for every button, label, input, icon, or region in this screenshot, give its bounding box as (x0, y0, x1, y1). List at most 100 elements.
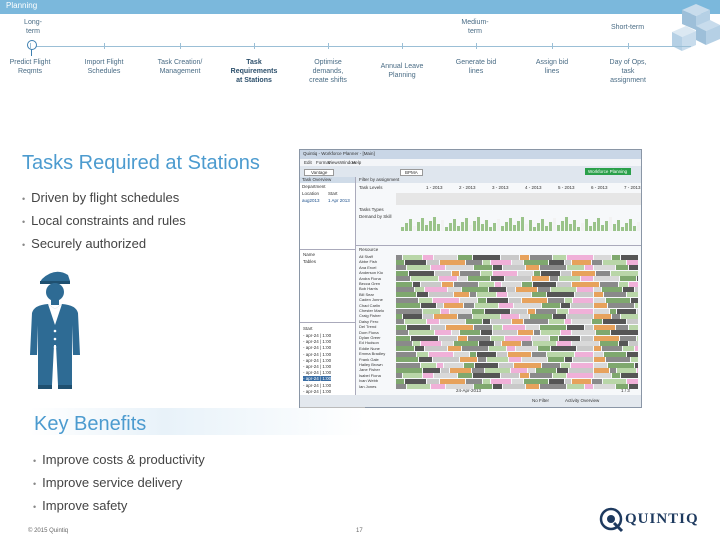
roster-shift-bar (532, 276, 549, 282)
roster-shift-bar (551, 286, 576, 292)
roster-shift-bar (594, 357, 605, 363)
roster-shift-bar (623, 346, 634, 352)
screenshot-menu-item: Edit (304, 160, 312, 165)
demand-bar (625, 223, 628, 231)
roster-shift-bar (429, 292, 453, 298)
roster-shift-bar (470, 351, 476, 357)
roster-shift-bar (396, 319, 404, 325)
roster-shift-bar (464, 303, 474, 309)
roster-shift-bar (592, 319, 602, 325)
timeline-step-label: Import Flight Schedules (84, 59, 124, 75)
demand-bar (569, 224, 572, 231)
roster-shift-bar (481, 330, 492, 336)
roster-shift-bar (475, 362, 498, 368)
roster-shift-bar (512, 319, 523, 325)
roster-shift-bar (540, 384, 566, 390)
timeline-tick (328, 43, 329, 49)
roster-shift-bar (460, 270, 480, 276)
timeline-date: 3 - 2013 (492, 185, 509, 190)
roster-shift-bar (548, 297, 564, 303)
left-panel-title: Task Overview (302, 177, 332, 182)
roster-shift-bar (396, 362, 420, 368)
roster-shift-bar (550, 335, 558, 341)
roster-shift-bar (440, 378, 465, 384)
roster-shift-bar (526, 384, 539, 390)
roster-shift-bar (495, 281, 501, 287)
roster-shift-bar (581, 335, 593, 341)
person-illustration (30, 271, 80, 389)
roster-shift-bar (538, 286, 550, 292)
roster-shift-bar (491, 378, 511, 384)
roster-shift-bar (627, 351, 638, 357)
roster-shift-bar (489, 346, 506, 352)
roster-shift-bar (567, 313, 593, 319)
roster-shift-bar (396, 351, 416, 357)
roster-shift-bar (419, 297, 432, 303)
roster-shift-bar (553, 313, 566, 319)
demand-bar (613, 224, 616, 231)
roster-shift-bar (572, 378, 591, 384)
roster-shift-bar (458, 335, 467, 341)
demand-bar (581, 223, 584, 231)
roster-shift-bar (474, 324, 492, 330)
demand-bar (601, 225, 604, 231)
roster-shift-bar (561, 270, 571, 276)
roster-shift-bar (417, 351, 428, 357)
page-title: Tasks Required at Stations (22, 152, 260, 174)
lower-list-item: - apr-24 | 1:00 (303, 364, 332, 369)
roster-shift-bar (487, 357, 508, 363)
roster-shift-bar (396, 308, 422, 314)
roster-shift-bar (444, 362, 463, 368)
roster-shift-bar (396, 259, 404, 265)
demand-bar (409, 219, 412, 231)
roster-shift-bar (423, 367, 440, 373)
roster-shift-bar (421, 303, 436, 309)
roster-shift-bar (522, 297, 547, 303)
roster-shift-bar (499, 303, 513, 309)
roster-shift-bar (565, 297, 572, 303)
roster-name: Ed Hudson (359, 340, 379, 346)
roster-shift-bar (421, 340, 441, 346)
demand-bar (529, 220, 532, 231)
screenshot-field: BPMA (400, 169, 423, 176)
lower-list-item: - apr-24 | 1:00 (303, 376, 332, 382)
detail-header: Name (303, 252, 316, 257)
roster-shift-bar (635, 362, 638, 368)
roster-shift-bar (573, 357, 593, 363)
roster-shift-bar (442, 340, 453, 346)
roster-shift-bar (396, 254, 402, 260)
timeline-step-label: Optimise demands, create shifts (309, 59, 347, 84)
roster-shift-bar (603, 259, 626, 265)
roster-shift-bar (532, 351, 546, 357)
roster-shift-bar (522, 357, 547, 363)
roster-shift-bar (612, 254, 620, 260)
roster-shift-bar (503, 384, 525, 390)
roster-shift-bar (637, 276, 638, 282)
roster-shift-bar (530, 254, 552, 260)
roster-shift-bar (608, 303, 634, 309)
benefits-title: Key Benefits (34, 413, 147, 435)
roster-shift-bar (491, 319, 511, 325)
left-panel-subheader: Department (302, 184, 326, 189)
demand-bar (593, 222, 596, 231)
roster-shift-bar (572, 319, 591, 325)
left-panel-cell: aug2013 (302, 198, 320, 203)
roster-shift-bar (561, 362, 570, 368)
roster-shift-bar (396, 313, 402, 319)
roster-shift-bar (524, 319, 548, 325)
roster-name: Abbe Fish (359, 259, 378, 265)
roster-shift-bar (435, 270, 451, 276)
timeline-line (31, 46, 691, 47)
roster-shift-bar (549, 259, 564, 265)
roster-shift-bar (423, 254, 433, 260)
roster-shift-bar (466, 259, 482, 265)
demand-bar (429, 221, 432, 231)
roster-shift-bar (620, 276, 636, 282)
roster-shift-bar (575, 292, 593, 298)
demand-bar (437, 224, 440, 231)
roster-shift-bar (446, 324, 473, 330)
timeline-tick (180, 43, 181, 49)
roster-shift-bar (617, 308, 636, 314)
roster-shift-bar (534, 330, 540, 336)
main-section-title: Task Levels (359, 185, 383, 190)
